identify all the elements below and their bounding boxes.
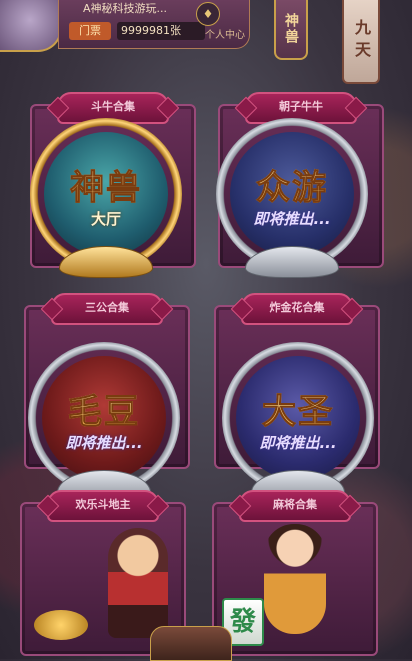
badge-title: 众游 bbox=[216, 160, 368, 209]
badge-maodou[interactable]: 毛豆 即将推出... bbox=[28, 342, 180, 502]
coin-pile bbox=[34, 610, 88, 640]
bell-icon[interactable]: ♦ bbox=[196, 2, 220, 26]
card-ribbon: 炸金花合集 bbox=[241, 293, 353, 325]
personal-center-link[interactable]: 个人中心 bbox=[205, 26, 245, 41]
user-name: A神秘科技游玩... bbox=[83, 2, 168, 15]
avatar[interactable] bbox=[0, 0, 62, 52]
badge-title: 大圣 bbox=[222, 384, 374, 433]
bottom-home-tab[interactable] bbox=[150, 626, 232, 661]
ticket-value: 9999981张 bbox=[117, 22, 205, 40]
room-tag[interactable]: 九天 bbox=[342, 0, 380, 84]
user-panel: A神秘科技游玩... 门票 9999981张 个人中心 bbox=[58, 0, 250, 49]
card-ribbon: 三公合集 bbox=[51, 293, 163, 325]
badge-shenshou[interactable]: 神兽 大厅 bbox=[30, 118, 182, 278]
game-card-mahjong[interactable]: 麻将合集 發 bbox=[212, 490, 378, 656]
badge-sub: 即将推出... bbox=[253, 210, 331, 228]
card-ribbon: 欢乐斗地主 bbox=[47, 490, 159, 522]
badge-zhongyou[interactable]: 众游 即将推出... bbox=[216, 118, 368, 278]
cartoon-girl bbox=[264, 524, 326, 634]
cartoon-character bbox=[108, 528, 168, 638]
top-bar: A神秘科技游玩... 门票 9999981张 个人中心 ♦ 神兽 九天 bbox=[0, 0, 412, 84]
card-ribbon: 麻将合集 bbox=[239, 490, 351, 522]
game-tag[interactable]: 神兽 bbox=[274, 0, 308, 60]
badge-dasheng[interactable]: 大圣 即将推出... bbox=[222, 342, 374, 502]
badge-sub: 即将推出... bbox=[259, 434, 337, 452]
ticket-label: 门票 bbox=[69, 22, 111, 40]
badge-title: 毛豆 bbox=[28, 384, 180, 433]
badge-sub: 大厅 bbox=[90, 210, 121, 228]
badge-sub: 即将推出... bbox=[65, 434, 143, 452]
badge-title: 神兽 bbox=[30, 160, 182, 209]
